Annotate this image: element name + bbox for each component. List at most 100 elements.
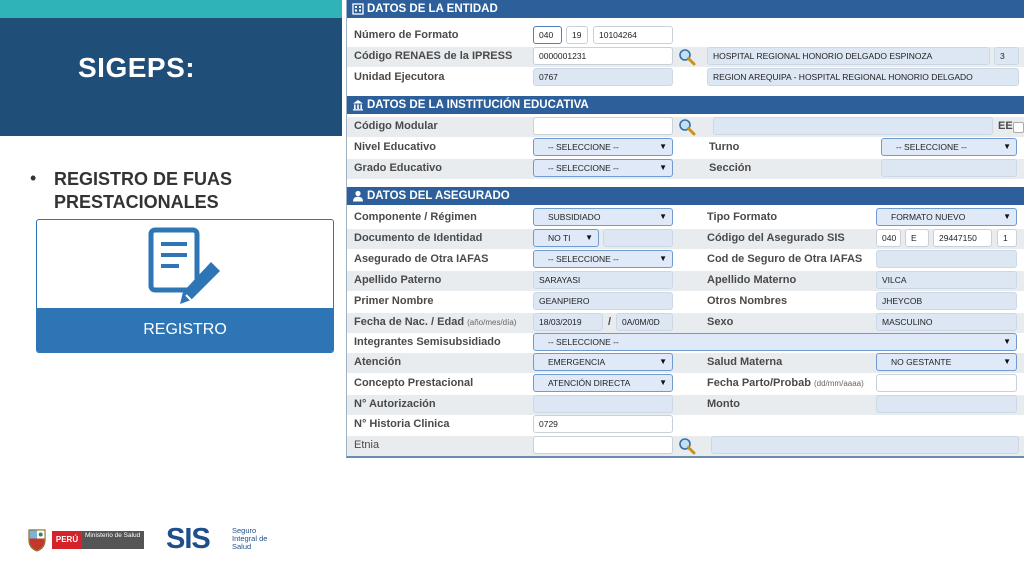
peru-label: PERÚ [52, 531, 82, 549]
row-unidad-ejecutora: Unidad Ejecutora 0767 REGION AREQUIPA - … [347, 68, 1024, 88]
monto-field[interactable] [876, 395, 1017, 413]
ministerio-label: Ministerio de Salud [82, 531, 144, 549]
codigo-sis-a-field[interactable]: 040 [876, 229, 901, 247]
documento-tipo-value: NO TI [548, 233, 571, 243]
dropdown-caret-icon: ▼ [1003, 142, 1011, 151]
autorizacion-field[interactable] [533, 395, 673, 413]
row-apellidos: Apellido Paterno SARAYASI Apellido Mater… [347, 271, 1024, 291]
renaes-input[interactable]: 0000001231 [533, 47, 673, 65]
documento-tipo-select[interactable]: NO TI ▼ [533, 229, 599, 247]
numero-formato-b-input[interactable]: 19 [566, 26, 588, 44]
dropdown-caret-icon: ▼ [659, 163, 667, 172]
fecha-parto-input[interactable] [876, 374, 1017, 392]
numero-formato-a-input[interactable]: 040 [533, 26, 562, 44]
magnifier-icon[interactable] [678, 48, 696, 66]
nivel-educativo-label: Nivel Educativo [354, 141, 436, 153]
historia-clinica-input[interactable]: 0729 [533, 415, 673, 433]
nivel-educativo-value: -- SELECCIONE -- [548, 142, 619, 152]
unidad-ejecutora-field: 0767 [533, 68, 673, 86]
otros-nombres-field[interactable]: JHEYCOB [876, 292, 1017, 310]
row-etnia: Etnia [347, 436, 1024, 456]
renaes-label: Código RENAES de la IPRESS [354, 50, 513, 62]
codigo-modular-input[interactable] [533, 117, 673, 135]
sis-logo: SIS Seguro Integral de Salud [166, 523, 267, 557]
tipo-formato-value: FORMATO NUEVO [891, 212, 966, 222]
tipo-formato-label: Tipo Formato [707, 211, 778, 223]
atencion-value: EMERGENCIA [548, 357, 606, 367]
nivel-educativo-select[interactable]: -- SELECCIONE -- ▼ [533, 138, 673, 156]
codigo-sis-c-field[interactable]: 29447150 [933, 229, 992, 247]
slide-title: SIGEPS: [78, 52, 196, 83]
primer-nombre-field[interactable]: GEANPIERO [533, 292, 673, 310]
row-concepto: Concepto Prestacional ATENCIÓN DIRECTA ▼ … [347, 374, 1024, 394]
dropdown-caret-icon: ▼ [1003, 357, 1011, 366]
dropdown-caret-icon: ▼ [659, 378, 667, 387]
bullet-text: REGISTRO DE FUAS PRESTACIONALES [54, 169, 233, 212]
concepto-label: Concepto Prestacional [354, 377, 474, 389]
concepto-select[interactable]: ATENCIÓN DIRECTA ▼ [533, 374, 673, 392]
dropdown-caret-icon: ▼ [659, 142, 667, 151]
institution-icon [353, 100, 363, 111]
dropdown-caret-icon: ▼ [659, 212, 667, 221]
cod-otra-iafas-label: Cod de Seguro de Otra IAFAS [707, 253, 863, 265]
grado-educativo-label: Grado Educativo [354, 162, 443, 174]
etnia-input[interactable] [533, 436, 673, 454]
etnia-name-field [711, 436, 1019, 454]
dropdown-caret-icon: ▼ [659, 254, 667, 263]
fecha-parto-hint: (dd/mm/aaaa) [813, 379, 864, 388]
grado-educativo-select[interactable]: -- SELECCIONE -- ▼ [533, 159, 673, 177]
documento-label: Documento de Identidad [354, 232, 483, 244]
dropdown-caret-icon: ▼ [1003, 212, 1011, 221]
coat-of-arms-icon [28, 529, 46, 552]
documento-numero-field[interactable] [603, 229, 673, 247]
row-numero-formato: Número de Formato 040 19 10104264 [347, 26, 1024, 46]
edad-field: 0A/0M/0D [616, 313, 673, 331]
row-atencion: Atención EMERGENCIA ▼ Salud Materna NO GE… [347, 353, 1024, 373]
row-autorizacion: N° Autorización Monto [347, 395, 1024, 415]
institucion-name-field [713, 117, 993, 135]
componente-select[interactable]: SUBSIDIADO ▼ [533, 208, 673, 226]
row-codigo-modular: Código Modular EE [347, 117, 1024, 137]
section-title: DATOS DE LA INSTITUCIÓN EDUCATIVA [367, 99, 589, 111]
salud-materna-value: NO GESTANTE [891, 357, 952, 367]
fecha-edad-separator: / [608, 316, 612, 328]
row-historia: N° Historia Clinica 0729 [347, 415, 1024, 435]
fecha-nac-field[interactable]: 18/03/2019 [533, 313, 603, 331]
codigo-sis-d-field[interactable]: 1 [997, 229, 1017, 247]
ee-checkbox[interactable] [1013, 122, 1024, 133]
integrantes-select[interactable]: -- SELECCIONE -- ▼ [533, 333, 1017, 351]
numero-formato-c-input[interactable]: 10104264 [593, 26, 673, 44]
turno-select[interactable]: -- SELECCIONE -- ▼ [881, 138, 1017, 156]
seccion-field[interactable] [881, 159, 1017, 177]
sexo-field: MASCULINO [876, 313, 1017, 331]
fecha-nac-label-text: Fecha de Nac. / Edad [354, 316, 465, 328]
section-title: DATOS DEL ASEGURADO [367, 190, 510, 202]
row-integrantes: Integrantes Semisubsidiado -- SELECCIONE… [347, 333, 1024, 353]
atencion-select[interactable]: EMERGENCIA ▼ [533, 353, 673, 371]
apellido-materno-field[interactable]: VILCA [876, 271, 1017, 289]
tipo-formato-select[interactable]: FORMATO NUEVO ▼ [876, 208, 1017, 226]
section-header-asegurado: DATOS DEL ASEGURADO [347, 187, 1024, 205]
cod-otra-iafas-field[interactable] [876, 250, 1017, 268]
integrantes-label: Integrantes Semisubsidiado [354, 336, 501, 348]
otros-nombres-label: Otros Nombres [707, 295, 788, 307]
apellido-paterno-field[interactable]: SARAYASI [533, 271, 673, 289]
sis-subtitle: Seguro Integral de Salud [232, 526, 268, 551]
magnifier-icon[interactable] [678, 118, 696, 136]
seccion-label: Sección [709, 162, 752, 174]
top-accent-bar [0, 0, 342, 18]
autorizacion-label: N° Autorización [354, 398, 436, 410]
otra-iafas-select[interactable]: -- SELECCIONE -- ▼ [533, 250, 673, 268]
codigo-sis-b-field[interactable]: E [905, 229, 929, 247]
atencion-label: Atención [354, 356, 402, 368]
salud-materna-label: Salud Materna [707, 356, 783, 368]
magnifier-icon[interactable] [678, 437, 696, 455]
turno-value: -- SELECCIONE -- [896, 142, 967, 152]
salud-materna-select[interactable]: NO GESTANTE ▼ [876, 353, 1017, 371]
registro-card[interactable]: REGISTRO [36, 219, 334, 353]
fecha-parto-label: Fecha Parto/Probab (dd/mm/aaaa) [707, 377, 864, 389]
section-header-institucion: DATOS DE LA INSTITUCIÓN EDUCATIVA [347, 96, 1024, 114]
apellido-materno-label: Apellido Materno [707, 274, 797, 286]
monto-label: Monto [707, 398, 740, 410]
codigo-sis-label: Código del Asegurado SIS [707, 232, 845, 244]
